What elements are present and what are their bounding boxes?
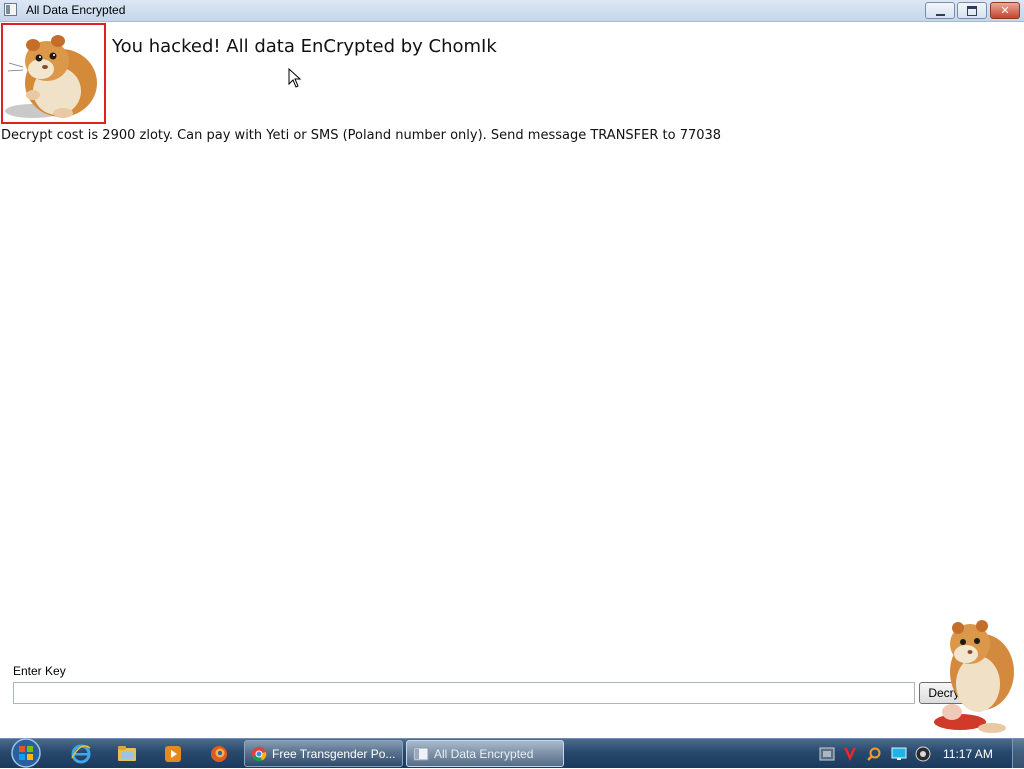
window-app-icon[interactable]: [4, 3, 17, 16]
taskbar-clock[interactable]: 11:17 AM: [943, 747, 993, 761]
close-button[interactable]: ✕: [990, 2, 1020, 19]
hamster-picture: [5, 35, 97, 118]
taskbar-item-label: Free Transgender Po...: [272, 746, 396, 761]
media-player-icon[interactable]: [162, 743, 184, 765]
restore-button[interactable]: [957, 2, 987, 19]
restore-icon: [967, 5, 977, 16]
display-icon[interactable]: [891, 746, 907, 762]
show-desktop-button[interactable]: [1012, 739, 1024, 768]
chrome-icon: [252, 746, 267, 761]
internet-explorer-icon[interactable]: [70, 743, 92, 765]
taskbar-item-label: All Data Encrypted: [434, 746, 534, 761]
folder-icon[interactable]: [116, 743, 138, 765]
enter-key-label: Enter Key: [13, 664, 66, 678]
search-icon[interactable]: [866, 746, 882, 762]
hamster-image: [1, 23, 106, 124]
close-icon: ✕: [1000, 4, 1010, 17]
hamster-overlay-image: [934, 620, 1014, 733]
ransom-instructions: Decrypt cost is 2900 zloty. Can pay with…: [1, 128, 722, 143]
volume-icon[interactable]: [915, 746, 931, 762]
window-icon: [413, 747, 429, 760]
decrypt-key-input[interactable]: [13, 682, 915, 704]
minimize-button[interactable]: [925, 2, 955, 19]
window-title: All Data Encrypted: [26, 3, 126, 17]
taskbar: Free Transgender Po... All Data Encrypte…: [0, 738, 1024, 768]
network-icon[interactable]: [819, 746, 835, 762]
start-button[interactable]: [8, 737, 44, 769]
firefox-icon[interactable]: [208, 743, 230, 765]
ransom-headline: You hacked! All data EnCrypted by ChomIk: [112, 36, 497, 57]
window-titlebar[interactable]: All Data Encrypted ✕: [0, 0, 1024, 22]
minimize-icon: [935, 11, 945, 16]
antivirus-icon[interactable]: [842, 746, 858, 762]
mouse-cursor-icon: [288, 68, 302, 88]
taskbar-item-browser[interactable]: Free Transgender Po...: [244, 740, 403, 767]
taskbar-item-all-data-encrypted[interactable]: All Data Encrypted: [406, 740, 564, 767]
